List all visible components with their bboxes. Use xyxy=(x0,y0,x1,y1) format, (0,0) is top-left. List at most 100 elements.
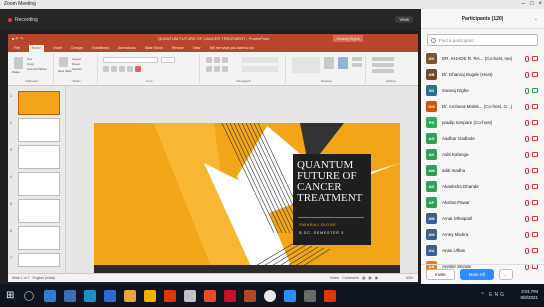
normal-view-icon[interactable]: ▩ xyxy=(362,274,365,282)
slide-title-box[interactable]: QUANTUM FUTURE OF CANCER TREATMENT SWARA… xyxy=(293,154,371,245)
file-explorer-icon[interactable] xyxy=(64,290,76,302)
tab-view[interactable]: View xyxy=(193,45,201,52)
tab-slide-show[interactable]: Slide Show xyxy=(145,45,163,52)
participant-row[interactable]: AK Aditi Kalanga xyxy=(421,146,544,163)
slide-thumbnail-4[interactable] xyxy=(18,172,60,196)
store-icon[interactable] xyxy=(84,290,96,302)
find-button[interactable] xyxy=(372,57,394,61)
bullets-icon[interactable] xyxy=(206,57,212,63)
tab-home[interactable]: Home xyxy=(28,45,45,52)
participant-row[interactable]: DK DR. KHADE R. RA... (Co-host, me) xyxy=(421,50,544,67)
mail-icon[interactable] xyxy=(104,290,116,302)
align-left-icon[interactable] xyxy=(206,66,212,72)
vlc-icon[interactable] xyxy=(144,290,156,302)
tell-me-box[interactable]: Tell me what you want to do xyxy=(209,45,253,52)
slide-thumbnail-7[interactable] xyxy=(18,253,60,267)
align-right-icon[interactable] xyxy=(222,66,228,72)
replace-button[interactable] xyxy=(372,63,394,67)
shape-fill-icon[interactable] xyxy=(352,57,362,61)
taskbar-clock[interactable]: 3:01 PM 9/8/2021 xyxy=(520,289,538,301)
slide-thumbnail-5[interactable] xyxy=(18,199,60,223)
section-button[interactable]: Section xyxy=(72,67,82,71)
shape-outline-icon[interactable] xyxy=(352,63,362,67)
participant-row[interactable]: DM Dr. Archana Molek... (Co-host, G...) xyxy=(421,98,544,115)
format-painter-button[interactable]: Format Painter xyxy=(27,67,47,71)
tab-transitions[interactable]: Transitions xyxy=(92,45,109,52)
cut-button[interactable]: Cut xyxy=(27,57,32,61)
font-size-select[interactable] xyxy=(161,57,175,63)
sorter-view-icon[interactable]: ▦ xyxy=(368,274,371,282)
maximize-icon[interactable]: □ xyxy=(530,0,534,9)
app-icon-4[interactable] xyxy=(324,290,336,302)
folder-icon[interactable] xyxy=(124,290,136,302)
indent-icon[interactable] xyxy=(222,57,228,63)
align-center-icon[interactable] xyxy=(214,66,220,72)
recording-indicator[interactable]: Recording xyxy=(8,17,38,23)
invite-button[interactable]: Invite xyxy=(426,269,455,280)
ppt-user-name[interactable]: Swaraj Dighe xyxy=(333,35,363,42)
zoom-icon[interactable] xyxy=(284,290,296,302)
participant-search-input[interactable]: Find a participant xyxy=(427,34,538,46)
edge-icon[interactable] xyxy=(44,290,56,302)
participant-row[interactable]: AM aditi madhu xyxy=(421,162,544,179)
tab-design[interactable]: Design xyxy=(71,45,82,52)
participant-row[interactable]: PS pradip tompare (Co-host) xyxy=(421,114,544,131)
notes-button[interactable]: Notes xyxy=(330,274,339,282)
arrange-icon[interactable] xyxy=(324,57,334,69)
minimize-icon[interactable]: – xyxy=(522,0,525,9)
layout-button[interactable]: Layout xyxy=(72,57,81,61)
slide-thumbnail-1[interactable] xyxy=(18,91,60,115)
participant-row[interactable]: AG Aadhar Gadbole xyxy=(421,130,544,147)
numbering-icon[interactable] xyxy=(214,57,220,63)
view-button[interactable]: View xyxy=(395,16,413,23)
tab-insert[interactable]: Insert xyxy=(53,45,62,52)
slide-canvas[interactable]: QUANTUM FUTURE OF CANCER TREATMENT SWARA… xyxy=(94,123,400,273)
app-icon-3[interactable] xyxy=(304,290,316,302)
language-label[interactable]: English (India) xyxy=(32,276,54,280)
font-color-icon[interactable] xyxy=(135,66,141,72)
zoom-level[interactable]: 63% xyxy=(406,274,413,282)
system-tray[interactable]: ^ ENG xyxy=(481,292,506,298)
app-icon-2[interactable] xyxy=(224,290,236,302)
app-icon[interactable] xyxy=(184,290,196,302)
office-icon[interactable] xyxy=(164,290,176,302)
copy-button[interactable]: Copy xyxy=(27,62,34,66)
participant-row[interactable]: DB Dr. Dhanraj Bugde (Host) xyxy=(421,66,544,83)
shapes-gallery[interactable] xyxy=(292,57,320,73)
new-slide-icon[interactable] xyxy=(59,57,68,67)
slide-thumbnail-2[interactable] xyxy=(18,118,60,142)
italic-icon[interactable] xyxy=(111,66,117,72)
font-family-select[interactable] xyxy=(103,57,158,63)
reset-button[interactable]: Reset xyxy=(72,62,80,66)
collapse-icon[interactable]: ⌄ xyxy=(534,9,538,29)
quick-styles-icon[interactable] xyxy=(338,57,348,69)
slide-thumbnail-6[interactable] xyxy=(18,226,60,250)
text-direction-button[interactable] xyxy=(242,57,278,63)
participant-row[interactable]: AP Akshat Pawar xyxy=(421,194,544,211)
close-icon[interactable]: × xyxy=(538,0,542,9)
search-icon[interactable] xyxy=(24,291,34,301)
slide-thumbnail-3[interactable] xyxy=(18,145,60,169)
tab-file[interactable]: File xyxy=(14,45,20,52)
comments-button[interactable]: Comments xyxy=(342,274,359,282)
bold-icon[interactable] xyxy=(103,66,109,72)
reading-view-icon[interactable]: ▣ xyxy=(375,274,378,282)
underline-icon[interactable] xyxy=(119,66,125,72)
participant-row[interactable]: SD Swaraj Dighe xyxy=(421,82,544,99)
ppt-save-icon[interactable]: ■ ↶ ↷ xyxy=(12,36,23,41)
paste-icon[interactable] xyxy=(14,57,23,69)
powerpoint-icon[interactable] xyxy=(244,290,256,302)
more-button[interactable]: ... xyxy=(498,269,513,280)
tab-review[interactable]: Review xyxy=(172,45,184,52)
chrome-icon[interactable] xyxy=(264,290,276,302)
tab-animations[interactable]: Animations xyxy=(118,45,136,52)
participant-row[interactable]: AM Amey Mishra xyxy=(421,226,544,243)
acrobat-icon[interactable] xyxy=(204,290,216,302)
strikethrough-icon[interactable] xyxy=(127,66,133,72)
align-text-button[interactable] xyxy=(242,66,278,72)
participant-row[interactable]: AD Akanksha Dhande xyxy=(421,178,544,195)
participant-row[interactable]: AM Amar Mhaipatil xyxy=(421,210,544,227)
mute-all-button[interactable]: Mute All xyxy=(459,269,494,280)
participant-row[interactable]: AU Anas Ulhas xyxy=(421,242,544,259)
windows-start-icon[interactable]: ⊞ xyxy=(6,290,18,302)
